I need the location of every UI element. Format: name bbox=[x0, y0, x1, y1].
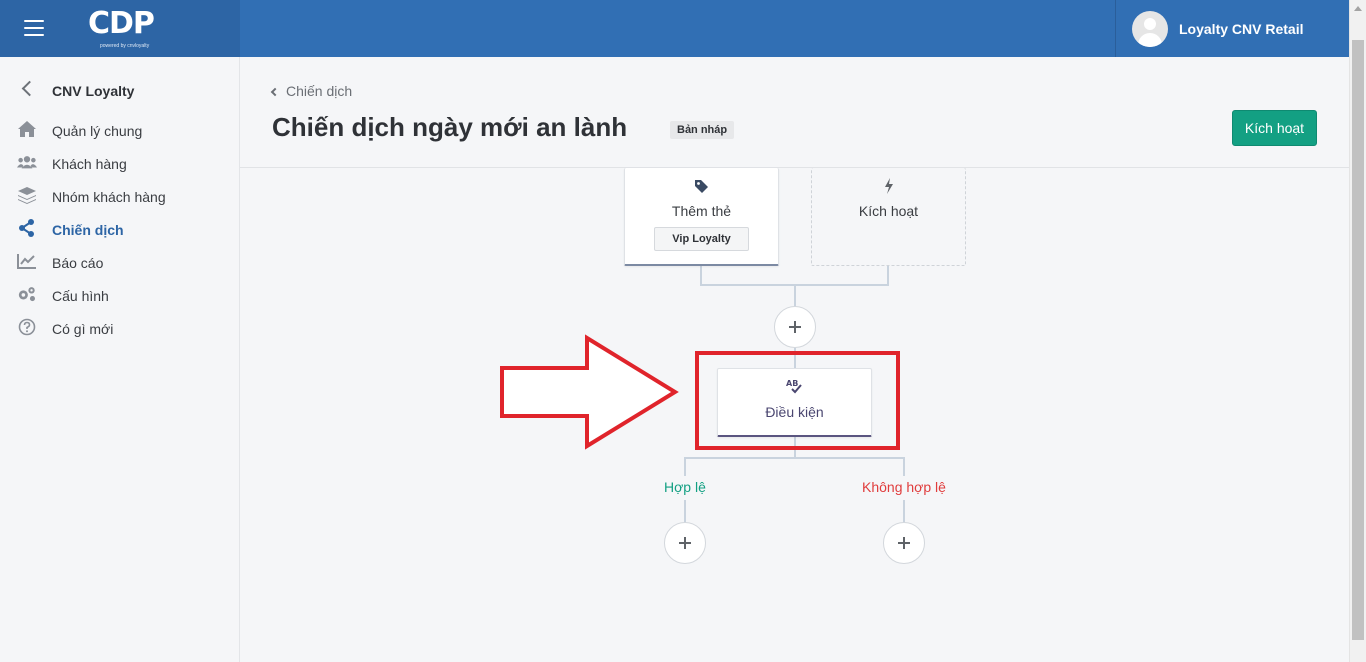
status-badge: Bản nháp bbox=[670, 121, 735, 139]
sidebar-item-campaigns[interactable]: Chiến dịch bbox=[0, 213, 239, 246]
add-step-invalid-button[interactable] bbox=[883, 522, 925, 564]
gears-icon bbox=[18, 287, 35, 302]
sidebar-item-customers[interactable]: Khách hàng bbox=[0, 147, 239, 180]
sidebar-item-label: Cấu hình bbox=[52, 288, 109, 304]
scroll-up-arrow-icon[interactable] bbox=[1354, 6, 1362, 11]
sidebar-item-customer-groups[interactable]: Nhóm khách hàng bbox=[0, 180, 239, 213]
highlight-box bbox=[695, 351, 900, 450]
chevron-left-icon bbox=[21, 80, 38, 97]
home-icon bbox=[18, 121, 36, 137]
user-menu[interactable]: Loyalty CNV Retail bbox=[1115, 0, 1349, 57]
sidebar: CNV Loyalty Quản lý chung Khách hàng Nhó… bbox=[0, 57, 240, 662]
user-name[interactable]: Loyalty CNV Retail bbox=[1179, 21, 1303, 37]
arrow-pointer-icon bbox=[500, 334, 679, 450]
layers-icon bbox=[18, 187, 36, 204]
sidebar-item-label: Khách hàng bbox=[52, 156, 127, 172]
chevron-left-icon bbox=[270, 87, 280, 97]
activate-button[interactable]: Kích hoạt bbox=[1232, 110, 1317, 146]
add-step-button[interactable] bbox=[774, 306, 816, 348]
bolt-icon bbox=[885, 178, 893, 194]
add-step-valid-button[interactable] bbox=[664, 522, 706, 564]
sidebar-item-label: Quản lý chung bbox=[52, 123, 143, 139]
scroll-thumb[interactable] bbox=[1352, 40, 1364, 640]
sidebar-item-whats-new[interactable]: Có gì mới bbox=[0, 312, 239, 345]
sidebar-item-label: Chiến dịch bbox=[52, 222, 124, 238]
share-icon bbox=[19, 219, 34, 237]
logo-subtitle: powered by cnvloyalty bbox=[100, 43, 150, 49]
hamburger-menu-icon[interactable] bbox=[24, 20, 44, 36]
page-title: Chiến dịch ngày mới an lành bbox=[272, 112, 628, 142]
branch-valid-label: Hợp lệ bbox=[664, 479, 706, 495]
top-bar: CDP powered by cnvloyalty Loyalty CNV Re… bbox=[0, 0, 1349, 57]
sidebar-item-label: Có gì mới bbox=[52, 321, 114, 337]
breadcrumb[interactable]: Chiến dịch bbox=[270, 83, 352, 99]
users-icon bbox=[17, 156, 37, 169]
sidebar-back[interactable]: CNV Loyalty bbox=[20, 80, 220, 101]
sidebar-item-reports[interactable]: Báo cáo bbox=[0, 246, 239, 279]
sidebar-item-settings[interactable]: Cấu hình bbox=[0, 279, 239, 312]
sidebar-item-label: Nhóm khách hàng bbox=[52, 189, 166, 205]
add-tag-card-label: Thêm thẻ bbox=[671, 203, 732, 219]
content-header: Chiến dịch Chiến dịch ngày mới an lành B… bbox=[240, 57, 1349, 168]
avatar[interactable] bbox=[1132, 11, 1168, 47]
tag-chip[interactable]: Vip Loyalty bbox=[654, 227, 749, 251]
branch-invalid-label: Không hợp lệ bbox=[862, 479, 946, 495]
breadcrumb-label[interactable]: Chiến dịch bbox=[286, 83, 352, 99]
trigger-card[interactable]: Kích hoạt bbox=[811, 168, 966, 266]
scrollbar[interactable] bbox=[1349, 0, 1366, 662]
sidebar-item-overview[interactable]: Quản lý chung bbox=[0, 114, 239, 147]
logo[interactable]: CDP bbox=[88, 6, 155, 41]
sidebar-menu: Quản lý chung Khách hàng Nhóm khách hàng… bbox=[0, 114, 239, 345]
question-circle-icon bbox=[18, 318, 36, 336]
tag-icon bbox=[695, 180, 708, 193]
add-tag-card[interactable]: Thêm thẻ Vip Loyalty bbox=[624, 168, 779, 266]
trigger-card-label: Kích hoạt bbox=[858, 203, 919, 219]
sidebar-item-label: Báo cáo bbox=[52, 255, 104, 271]
sidebar-title: CNV Loyalty bbox=[52, 83, 135, 99]
logo-area: CDP powered by cnvloyalty bbox=[0, 0, 240, 57]
chart-line-icon bbox=[17, 254, 36, 269]
